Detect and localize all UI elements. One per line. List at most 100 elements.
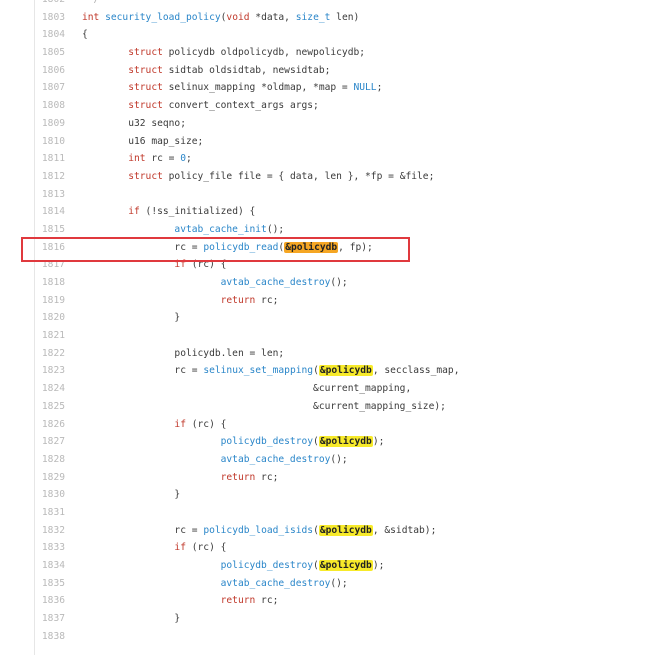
code-line: 1836 return rc; (0, 592, 650, 610)
code-token: struct (128, 47, 163, 59)
code-token: (); (266, 223, 285, 235)
code-token: return (220, 471, 256, 483)
code-line: 1808 struct convert_context_args args; (0, 97, 650, 115)
line-number: 1833 (41, 542, 65, 554)
code-token: int (128, 153, 146, 165)
code-text: rc = policydb_read(&policydb, fp); (82, 239, 373, 257)
line-number: 1810 (41, 135, 65, 147)
code-token: rc; (255, 471, 279, 483)
code-token: selinux_mapping *oldmap, *map = (162, 82, 354, 94)
line-number: 1820 (41, 312, 65, 324)
code-token: } (174, 312, 181, 324)
code-text: } (82, 610, 180, 628)
code-token: struct (128, 100, 163, 112)
code-line: 1818 avtab_cache_destroy(); (0, 274, 650, 292)
code-token: rc = (174, 241, 204, 253)
code-line: 1803 int security_load_policy(void *data,… (0, 9, 650, 27)
code-line: 1832 rc = policydb_load_isids(&policydb,… (0, 522, 650, 540)
code-token: (); (330, 277, 348, 288)
code-token: ; (185, 153, 192, 165)
code-text: struct policydb oldpolicydb, newpolicydb… (82, 44, 365, 62)
code-text: struct policy_file file = { data, len },… (82, 168, 434, 186)
code-text: if (rc) { (82, 256, 226, 274)
code-line: 1827 policydb_destroy(&policydb); (0, 433, 650, 451)
code-line: 1809 u32 seqno; (0, 115, 650, 133)
line-number: 1826 (41, 418, 65, 430)
code-token: policydb_destroy (220, 436, 314, 448)
search-highlight: &policydb (318, 524, 373, 536)
code-text: if (!ss_initialized) { (82, 203, 255, 221)
line-number: 1825 (41, 400, 65, 412)
code-token: rc; (255, 294, 279, 306)
code-token: size_t (295, 11, 331, 23)
code-token: rc = (174, 524, 204, 536)
code-text: if (rc) { (82, 539, 226, 557)
code-line: 1829 return rc; (0, 469, 650, 487)
code-line: 1837 } (0, 610, 650, 628)
code-viewer: 1802 */1803int security_load_policy(void… (0, 0, 650, 655)
code-text: &current_mapping_size); (82, 398, 446, 416)
code-text: */ (82, 0, 100, 9)
code-text: int security_load_policy(void *data, siz… (82, 9, 359, 27)
code-token: (rc) { (185, 259, 227, 271)
code-text: avtab_cache_init(); (82, 221, 284, 239)
code-line: 1819 return rc; (0, 292, 650, 310)
code-token: if (174, 418, 186, 430)
search-highlight: &policydb (284, 241, 339, 253)
search-highlight: &policydb (318, 365, 373, 377)
code-text: u16 map_size; (82, 133, 203, 151)
line-number: 1838 (41, 630, 65, 642)
code-token: , secclass_map, (372, 365, 460, 377)
line-number: 1836 (41, 595, 65, 607)
code-line: 1820 } (0, 309, 650, 327)
line-number: 1818 (41, 277, 65, 288)
code-text: } (82, 486, 180, 504)
code-listing: 1802 */1803int security_load_policy(void… (0, 0, 650, 645)
line-number: 1819 (41, 294, 65, 306)
code-token: selinux_set_mapping (203, 365, 314, 377)
code-token: policydb_load_isids (203, 524, 314, 536)
search-highlight: &policydb (318, 560, 373, 571)
code-token: (!ss_initialized) { (139, 206, 256, 218)
code-line: 1805 struct policydb oldpolicydb, newpol… (0, 44, 650, 62)
code-token: (); (330, 453, 348, 465)
code-token: return (220, 595, 256, 607)
code-text: rc = policydb_load_isids(&policydb, &sid… (82, 522, 436, 540)
line-number: 1806 (41, 64, 65, 76)
code-token: u16 map_size; (128, 135, 204, 147)
code-line: 1802 */ (0, 0, 650, 9)
code-line: 1834 policydb_destroy(&policydb); (0, 557, 650, 575)
code-token: void (226, 11, 250, 23)
code-token: struct (128, 64, 163, 76)
code-token: avtab_cache_destroy (220, 453, 331, 465)
code-text: avtab_cache_destroy(); (82, 451, 348, 469)
code-line: 1822 policydb.len = len; (0, 345, 650, 363)
code-text: } (82, 309, 180, 327)
line-number: 1816 (41, 241, 65, 253)
line-number: 1824 (41, 383, 65, 395)
code-line: 1815 avtab_cache_init(); (0, 221, 650, 239)
line-number: 1803 (41, 11, 65, 23)
code-token: security_load_policy (105, 11, 221, 23)
code-token: ( (313, 436, 319, 448)
code-token: (rc) { (185, 418, 227, 430)
code-line: 1806 struct sidtab oldsidtab, newsidtab; (0, 62, 650, 80)
line-number: 1822 (41, 347, 65, 359)
code-line: 1823 rc = selinux_set_mapping(&policydb,… (0, 362, 650, 380)
code-token: policydb oldpolicydb, newpolicydb; (162, 47, 366, 59)
code-line: 1824 &current_mapping, (0, 380, 650, 398)
code-token: u32 seqno; (128, 117, 186, 129)
code-token: struct (128, 82, 163, 94)
code-line: 1813 (0, 186, 650, 204)
code-line: 1821 (0, 327, 650, 345)
line-number: 1815 (41, 223, 65, 235)
code-token: { (82, 29, 88, 41)
code-token: ( (313, 560, 319, 571)
code-text: policydb_destroy(&policydb); (82, 557, 384, 575)
line-number: 1835 (41, 577, 65, 589)
line-number: 1805 (41, 47, 65, 59)
code-text: return rc; (82, 292, 279, 310)
code-line: 1825 &current_mapping_size); (0, 398, 650, 416)
code-token: int (82, 11, 100, 23)
code-line: 1828 avtab_cache_destroy(); (0, 451, 650, 469)
